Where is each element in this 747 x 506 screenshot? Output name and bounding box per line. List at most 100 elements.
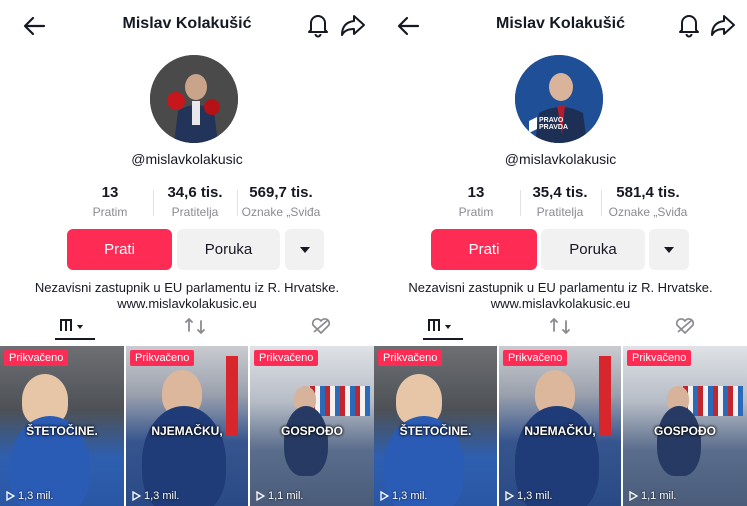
play-icon <box>629 491 638 501</box>
view-count-text: 1,1 mil. <box>268 490 304 502</box>
liked-hidden-tab-icon[interactable] <box>310 316 332 336</box>
bio-text: Nezavisni zastupnik u EU parlamentu iz R… <box>408 280 713 295</box>
video-caption: GOSPOĐO <box>280 424 343 438</box>
bio-link[interactable]: www.mislavkolakusic.eu <box>0 296 374 312</box>
video-thumbnail[interactable]: Prikvačeno GOSPOĐO 1,1 mil. <box>250 346 374 506</box>
pinned-badge: Prikvačeno <box>130 350 195 366</box>
more-dropdown-button[interactable] <box>285 229 324 270</box>
bell-icon[interactable] <box>677 12 701 38</box>
video-thumbnail[interactable]: Prikvačeno NJEMAČKU, 1,3 mil. <box>126 346 248 506</box>
stat-value: 34,6 tis. <box>167 184 223 201</box>
stat-followers[interactable]: 35,4 tis. Pratitelja <box>525 184 595 219</box>
stat-likes[interactable]: 581,4 tis. Oznake „Sviđa <box>603 184 693 219</box>
speaker-figure <box>657 406 701 476</box>
view-count: 1,3 mil. <box>6 490 53 502</box>
bio-link[interactable]: www.mislavkolakusic.eu <box>374 296 747 312</box>
active-tab-indicator <box>423 338 463 340</box>
share-icon[interactable] <box>340 13 366 37</box>
pinned-badge: Prikvačeno <box>627 350 692 366</box>
view-count-text: 1,1 mil. <box>641 490 677 502</box>
stat-divider <box>601 190 602 216</box>
stat-following[interactable]: 13 Pratim <box>446 184 506 219</box>
stat-label: Oznake „Sviđa <box>241 205 321 219</box>
active-tab-indicator <box>55 338 95 340</box>
screenshot-comparison: Mislav Kolakušić @mislavkolakusic 13 Pra… <box>0 0 747 506</box>
repost-tab-icon[interactable] <box>550 316 572 336</box>
play-icon <box>132 491 141 501</box>
video-thumbnail[interactable]: Prikvačeno GOSPOĐO 1,1 mil. <box>623 346 747 506</box>
bell-icon[interactable] <box>306 12 330 38</box>
bio: Nezavisni zastupnik u EU parlamentu iz R… <box>374 280 747 312</box>
repost-tab-icon[interactable] <box>185 316 207 336</box>
pinned-badge: Prikvačeno <box>378 350 443 366</box>
message-button[interactable]: Poruka <box>541 229 645 270</box>
video-caption: NJEMAČKU, <box>151 424 223 438</box>
stat-divider <box>153 190 154 216</box>
bio: Nezavisni zastupnik u EU parlamentu iz R… <box>0 280 374 312</box>
play-icon <box>6 491 15 501</box>
follow-button[interactable]: Prati <box>431 229 537 270</box>
view-count: 1,3 mil. <box>380 490 427 502</box>
video-grid: Prikvačeno ŠTETOČINE. 1,3 mil. Prikvačen… <box>0 346 374 506</box>
top-bar: Mislav Kolakušić <box>374 0 747 50</box>
stat-value: 13 <box>467 184 485 201</box>
videos-grid-tab-icon[interactable] <box>426 316 458 336</box>
play-icon <box>256 491 265 501</box>
video-grid: Prikvačeno ŠTETOČINE. 1,3 mil. Prikvačen… <box>374 346 747 506</box>
caret-down-icon <box>299 246 310 253</box>
flags-row <box>683 386 743 416</box>
stat-value: 581,4 tis. <box>616 184 680 201</box>
liked-hidden-tab-icon[interactable] <box>674 316 696 336</box>
content-tabs <box>0 316 374 340</box>
stat-following[interactable]: 13 Pratim <box>80 184 140 219</box>
video-thumbnail[interactable]: Prikvačeno ŠTETOČINE. 1,3 mil. <box>374 346 497 506</box>
stat-label: Oznake „Sviđa <box>608 205 688 219</box>
follow-button[interactable]: Prati <box>67 229 172 270</box>
videos-grid-tab-icon[interactable] <box>58 316 90 336</box>
top-bar: Mislav Kolakušić <box>0 0 374 50</box>
boxer-portrait <box>150 55 238 143</box>
avatar[interactable]: PRAVO PRAVDA <box>515 55 603 143</box>
video-thumbnail[interactable]: Prikvačeno NJEMAČKU, 1,3 mil. <box>499 346 621 506</box>
view-count: 1,3 mil. <box>505 490 552 502</box>
video-caption: ŠTETOČINE. <box>26 424 98 438</box>
stat-label: Pratitelja <box>171 205 219 219</box>
play-icon <box>380 491 389 501</box>
username-handle: @mislavkolakusic <box>131 151 243 167</box>
view-count-text: 1,3 mil. <box>392 490 428 502</box>
stat-likes[interactable]: 569,7 tis. Oznake „Sviđa <box>236 184 326 219</box>
stat-label: Pratim <box>92 205 128 219</box>
avatar[interactable] <box>150 55 238 143</box>
view-count-text: 1,3 mil. <box>517 490 553 502</box>
view-count: 1,3 mil. <box>132 490 179 502</box>
caret-down-icon <box>664 246 674 253</box>
pinned-badge: Prikvačeno <box>503 350 568 366</box>
stat-value: 13 <box>101 184 119 201</box>
profile-panel-before: Mislav Kolakušić @mislavkolakusic 13 Pra… <box>0 0 374 506</box>
view-count-text: 1,3 mil. <box>144 490 180 502</box>
flags-row <box>310 386 370 416</box>
video-caption: ŠTETOČINE. <box>399 424 472 438</box>
message-button[interactable]: Poruka <box>177 229 280 270</box>
speaker-figure <box>284 406 328 476</box>
video-caption: NJEMAČKU, <box>524 424 596 438</box>
stat-value: 569,7 tis. <box>249 184 313 201</box>
share-icon[interactable] <box>710 13 736 37</box>
stat-label: Pratitelja <box>536 205 584 219</box>
pinned-badge: Prikvačeno <box>4 350 69 366</box>
content-tabs <box>374 316 747 340</box>
stat-value: 35,4 tis. <box>532 184 588 201</box>
view-count: 1,1 mil. <box>629 490 676 502</box>
more-dropdown-button[interactable] <box>649 229 689 270</box>
play-icon <box>505 491 514 501</box>
video-caption: GOSPOĐO <box>653 424 716 438</box>
video-thumbnail[interactable]: Prikvačeno ŠTETOČINE. 1,3 mil. <box>0 346 124 506</box>
stat-followers[interactable]: 34,6 tis. Pratitelja <box>160 184 230 219</box>
logo-badge: PRAVO PRAVDA <box>539 117 568 131</box>
view-count: 1,1 mil. <box>256 490 303 502</box>
profile-panel-after: Mislav Kolakušić PRAVO PRAVDA @mislavkol… <box>374 0 747 506</box>
bio-text: Nezavisni zastupnik u EU parlamentu iz R… <box>34 280 340 295</box>
logo-text: PRAVDA <box>539 124 569 131</box>
pinned-badge: Prikvačeno <box>254 350 319 366</box>
stat-divider <box>520 190 521 216</box>
